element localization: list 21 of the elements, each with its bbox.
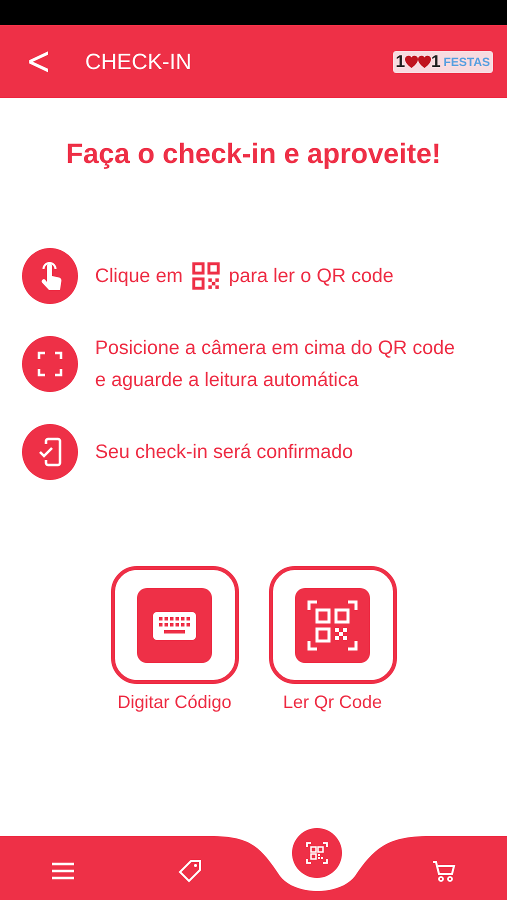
tag-icon[interactable] xyxy=(178,859,202,883)
qr-scan-button[interactable] xyxy=(268,566,396,684)
qr-code-icon xyxy=(192,262,220,290)
button-caption: Digitar Código xyxy=(117,692,232,713)
qr-code-icon xyxy=(295,588,370,662)
instruction-text: Seu check-in será confirmado xyxy=(95,440,353,465)
button-caption: Ler Qr Code xyxy=(282,692,382,713)
back-button[interactable]: < xyxy=(26,38,52,84)
keyboard-button[interactable] xyxy=(110,566,238,684)
page-title: CHECK-IN xyxy=(85,48,192,74)
phone-check-icon xyxy=(22,424,78,480)
page-heading: Faça o check-in e aproveite! xyxy=(64,138,442,170)
qr-scan-button[interactable] xyxy=(292,828,342,878)
hand-tap-icon xyxy=(22,248,78,304)
instruction-text: Posicione a câmera em cima do QR code e aguarde a leitura automática xyxy=(95,336,455,393)
cart-icon[interactable] xyxy=(432,859,456,883)
instruction-text: para ler o QR code xyxy=(228,264,394,289)
instruction-text: Clique em xyxy=(95,264,183,289)
scan-frame-icon xyxy=(22,336,78,392)
keyboard-icon xyxy=(137,588,212,662)
brand-logo: 1 1 FESTAS xyxy=(392,50,493,72)
